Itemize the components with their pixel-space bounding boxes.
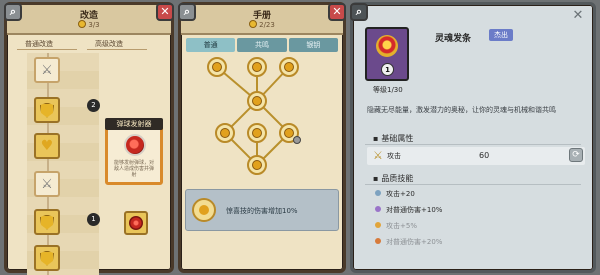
rarity-badge: 杰出: [489, 29, 513, 41]
upgrade-slot-heart[interactable]: ♥: [34, 133, 60, 159]
upgrade-slot-shield[interactable]: [34, 209, 60, 235]
skill-node[interactable]: [215, 123, 235, 143]
skill-icon: [220, 128, 230, 138]
selected-skill-node[interactable]: [192, 198, 216, 222]
skill-icon: [284, 128, 294, 138]
upgrade-slot-shield[interactable]: [34, 97, 60, 123]
skill-node[interactable]: [279, 57, 299, 77]
skill-icon: [252, 160, 262, 170]
skill-info-text: 惊喜技的伤害增加10%: [226, 207, 298, 215]
skill-icon: [199, 205, 209, 215]
sword-icon: ⚔: [373, 149, 383, 162]
lock-icon: [293, 136, 301, 144]
track-line: [47, 53, 49, 275]
base-attributes-title: 基础属性: [373, 133, 413, 144]
count-badge: 2: [87, 99, 100, 112]
heart-icon: ♥: [40, 138, 54, 154]
level-text: 等级1/30: [373, 86, 403, 94]
skill-text: 对普通伤害+20%: [386, 238, 443, 246]
skill-node[interactable]: [279, 123, 301, 144]
quality-skill: 对普通伤害+20%: [375, 237, 442, 247]
quality-skill: 攻击+20: [375, 189, 415, 199]
handbook-header: 手册 2/23: [181, 5, 343, 35]
skill-icon: [284, 62, 294, 72]
reroll-button[interactable]: ⟳: [569, 148, 583, 162]
shield-icon: [40, 214, 54, 230]
progress-value: 2/23: [259, 21, 275, 29]
search-button[interactable]: ⌕: [178, 3, 196, 21]
skill-icon: [252, 62, 262, 72]
tab-normal[interactable]: 普通: [186, 38, 236, 52]
skill-icon: [252, 128, 262, 138]
skill-node[interactable]: [247, 91, 267, 111]
handbook-tabs: 普通 共鸣 银钥: [185, 38, 339, 52]
shield-icon: [40, 102, 54, 118]
quality-dot-icon: [375, 238, 381, 244]
quality-dot-icon: [375, 222, 381, 228]
skill-node[interactable]: [247, 57, 267, 77]
skill-node[interactable]: [247, 123, 267, 143]
shield-icon: [40, 250, 54, 266]
quality-skills-title: 品质技能: [373, 173, 413, 184]
skill-node[interactable]: [207, 57, 227, 77]
advanced-slot-gear[interactable]: [124, 211, 148, 235]
item-card: 1: [365, 27, 409, 81]
count-badge: 1: [87, 213, 100, 226]
skill-icon: [252, 96, 262, 106]
skill-text: 攻击+5%: [386, 222, 417, 230]
sword-icon: ⚔: [41, 62, 53, 78]
normal-upgrade-label: 普通改造: [25, 40, 53, 48]
skill-icon: [212, 62, 222, 72]
upgrade-header: 改造 3/3: [7, 5, 171, 35]
quality-dot-icon: [375, 206, 381, 212]
launcher-popup[interactable]: 弹球发射器 能够发射弹球，对敌人造成伤害并弹射: [105, 118, 163, 185]
skill-info-bar: 惊喜技的伤害增加10%: [185, 189, 339, 231]
attribute-value: 60: [479, 151, 490, 160]
attribute-label: 攻击: [387, 152, 401, 160]
quality-skill: 攻击+5%: [375, 221, 417, 231]
upgrade-track: [27, 53, 99, 275]
upgrade-slot-sword[interactable]: ⚔: [34, 171, 60, 197]
coin-icon: [78, 20, 87, 28]
upgrade-currency: 3/3: [7, 20, 171, 29]
handbook-panel: 手册 2/23 ⌕ ✕ 普通 共鸣 银钥 惊喜技的伤害增加10%: [178, 2, 346, 273]
handbook-progress: 2/23: [181, 20, 343, 29]
skill-text: 对普通伤害+10%: [386, 206, 443, 214]
gear-icon: [129, 216, 143, 230]
attribute-row: ⚔ 攻击 60 ⟳: [367, 147, 585, 165]
close-button[interactable]: ✕: [569, 9, 587, 27]
level-badge: 1: [381, 63, 394, 76]
divider: [87, 49, 147, 50]
item-name: 灵魂发条: [435, 34, 472, 44]
popup-title: 弹球发射器: [105, 118, 163, 130]
close-button[interactable]: ✕: [328, 3, 346, 21]
upgrade-slot-sword[interactable]: ⚔: [34, 57, 60, 83]
skill-node[interactable]: [247, 155, 267, 175]
popup-description: 能够发射弹球，对敌人造成伤害并弹射: [113, 160, 154, 178]
advanced-upgrade-label: 高级改造: [95, 40, 123, 48]
quality-skill: 对普通伤害+10%: [375, 205, 442, 215]
tab-silver-key[interactable]: 银钥: [288, 38, 338, 52]
skill-tree: [185, 53, 339, 183]
tab-resonance[interactable]: 共鸣: [237, 38, 287, 52]
clockwork-key-icon: [376, 35, 398, 57]
coin-icon: [249, 20, 258, 28]
item-description: 隐藏无尽能量，激发潜力的奥秘，让你的灵魂与机械和谐共鸣: [367, 106, 556, 114]
upgrade-panel: 改造 3/3 ⌕ ✕ 普通改造 高级改造 ⚔ ♥ ⚔ 2 1 弹球发射器 能够发…: [4, 2, 174, 275]
sword-icon: ⚔: [41, 176, 53, 192]
divider: [365, 184, 581, 185]
currency-value: 3/3: [88, 21, 100, 29]
gear-icon: [124, 134, 146, 156]
quality-dot-icon: [375, 190, 381, 196]
item-detail-panel: ⌕ ✕ 1 等级1/30 灵魂发条 杰出 隐藏无尽能量，激发潜力的奥秘，让你的灵…: [350, 2, 596, 273]
search-button[interactable]: ⌕: [4, 3, 22, 21]
divider: [17, 49, 77, 50]
upgrade-slot-shield[interactable]: [34, 245, 60, 271]
search-button[interactable]: ⌕: [350, 3, 368, 21]
skill-text: 攻击+20: [386, 190, 415, 198]
divider: [365, 144, 581, 145]
close-button[interactable]: ✕: [156, 3, 174, 21]
